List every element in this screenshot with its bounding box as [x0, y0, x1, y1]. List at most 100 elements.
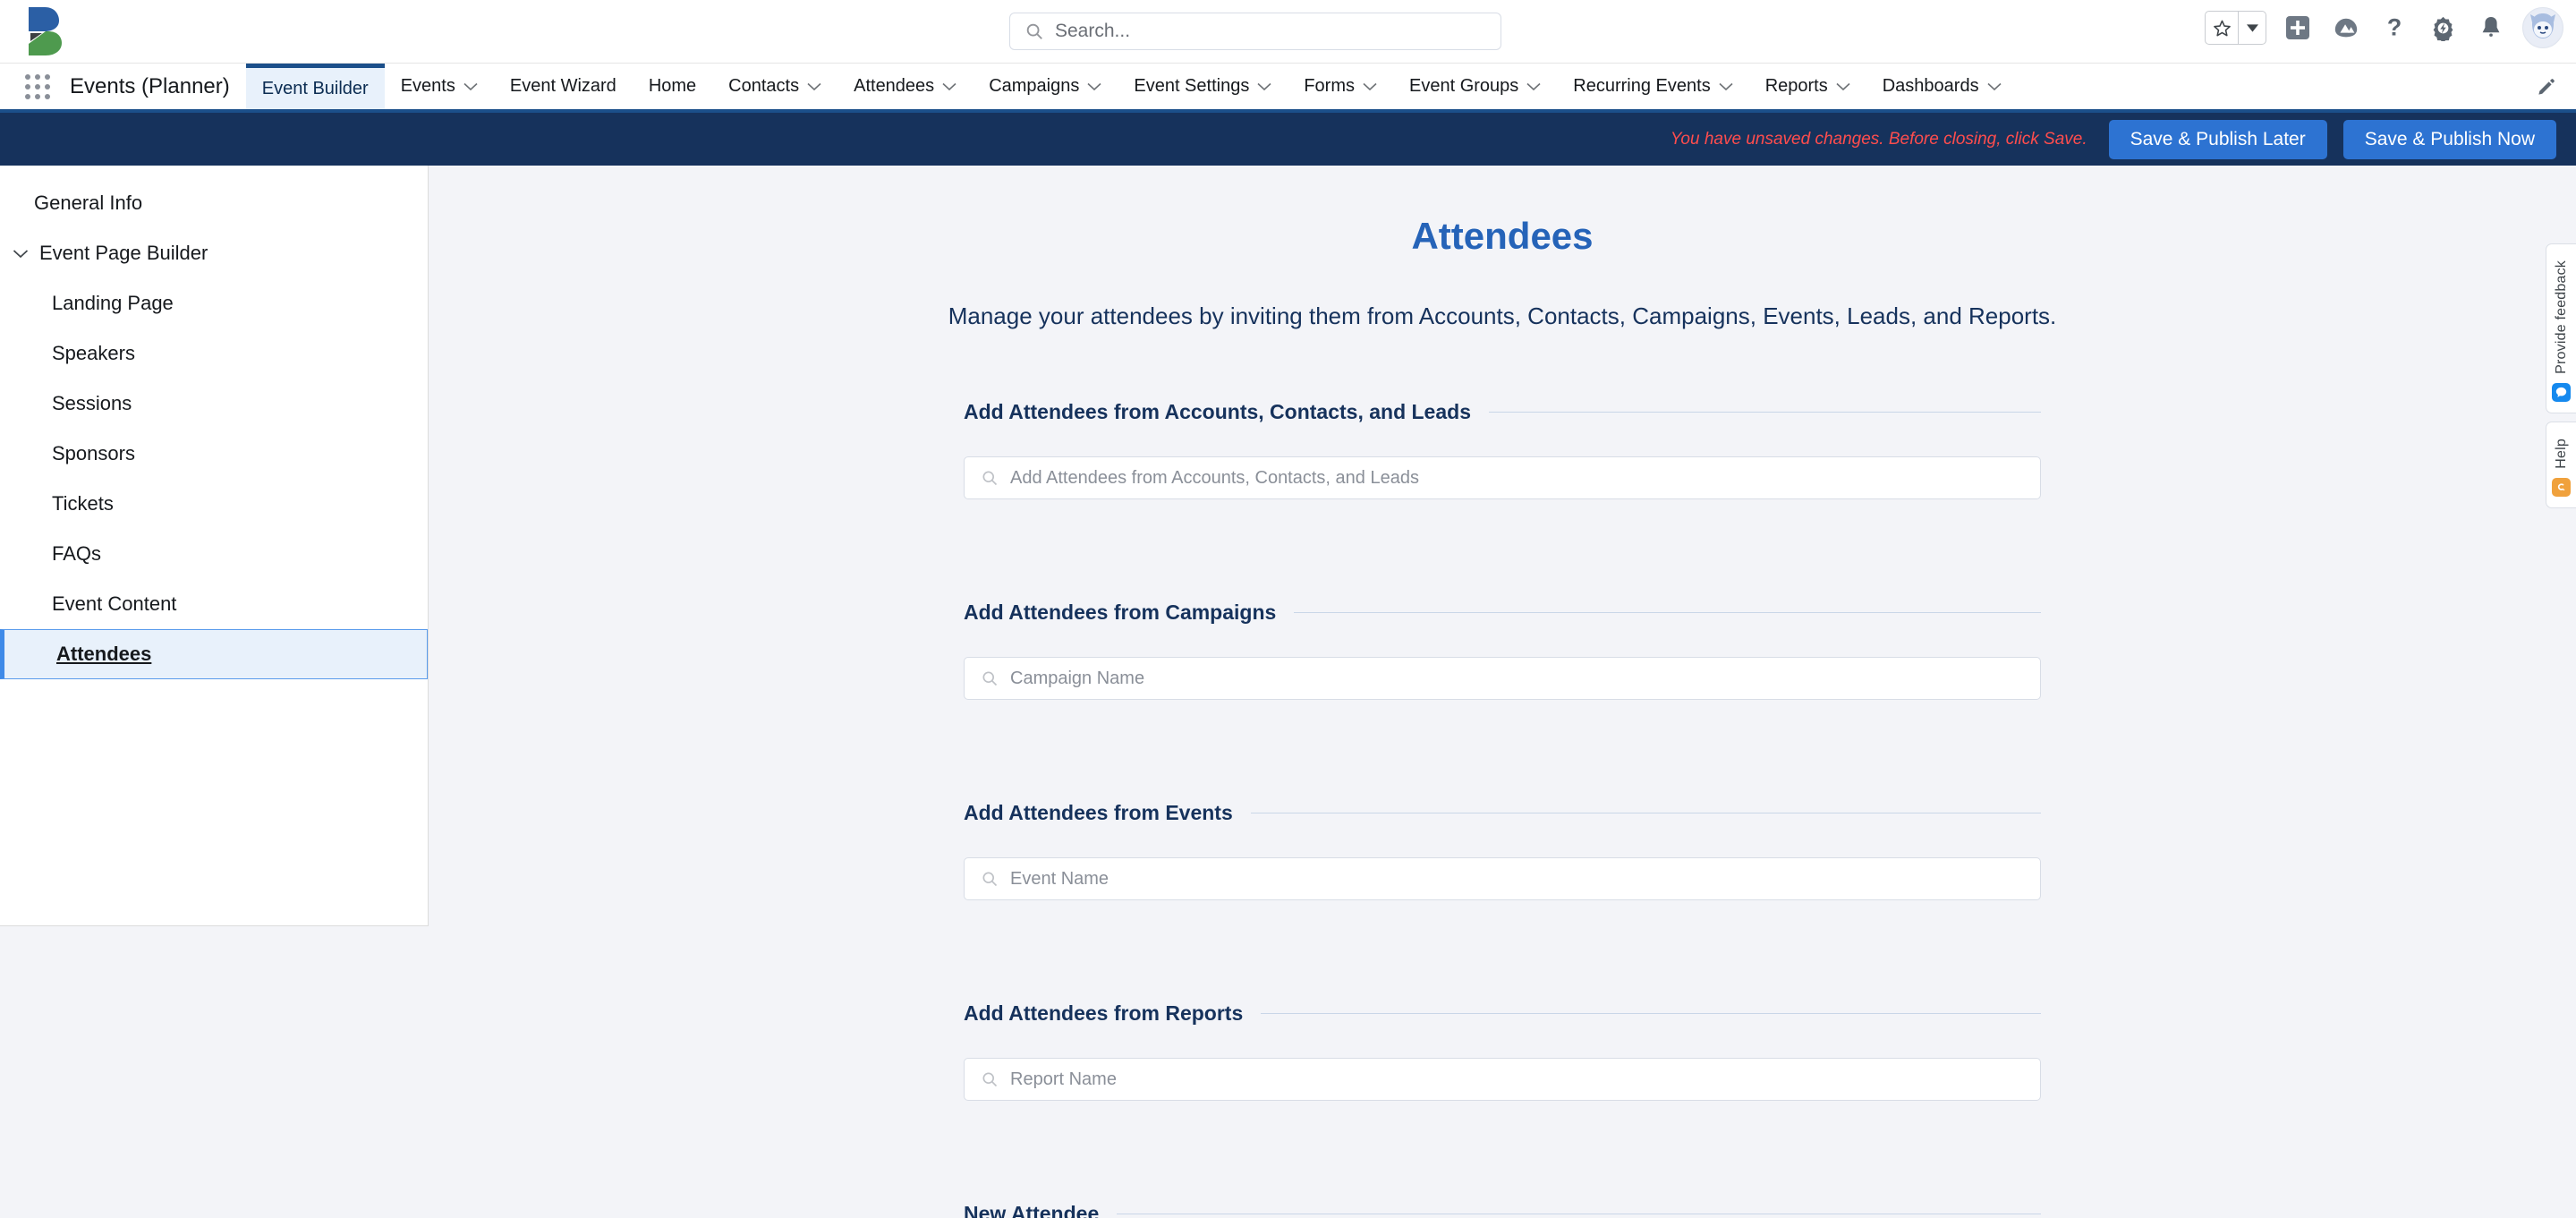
nav-item-reports[interactable]: Reports [1749, 64, 1866, 109]
sidebar-item-sponsors[interactable]: Sponsors [0, 429, 428, 479]
nav-item-label: Home [648, 76, 697, 96]
nav-item-label: Events [400, 76, 455, 96]
chevron-down-icon[interactable] [1836, 76, 1850, 97]
nav-item-label: Reports [1764, 76, 1828, 96]
chevron-down-icon[interactable] [1526, 76, 1541, 97]
lookup-placeholder: Campaign Name [1010, 668, 1145, 688]
section-divider [1261, 1013, 2041, 1014]
nav-item-campaigns[interactable]: Campaigns [973, 64, 1118, 109]
sidebar-item-label: Event Page Builder [39, 242, 208, 264]
section-divider [1488, 412, 2041, 413]
nav-item-home[interactable]: Home [633, 64, 712, 109]
user-avatar[interactable] [2522, 7, 2563, 48]
app-navigation-bar: Events (Planner) Event Builder Events Even… [0, 64, 2576, 113]
chevron-down-icon[interactable] [1719, 76, 1733, 97]
section-header: New Attendee [964, 1202, 2041, 1218]
search-icon [982, 1072, 998, 1087]
save-and-publish-now-button[interactable]: Save & Publish Now [2342, 119, 2556, 159]
nav-item-recurring-events[interactable]: Recurring Events [1557, 64, 1748, 109]
lookup-search-input[interactable]: Report Name [964, 1058, 2041, 1101]
nav-item-label: Dashboards [1882, 76, 1979, 96]
unsaved-changes-message: You have unsaved changes. Before closing… [1670, 129, 2087, 149]
section-title: Add Attendees from Accounts, Contacts, a… [964, 400, 1471, 423]
add-icon[interactable] [2281, 11, 2315, 45]
right-side-rail: Provide feedback Help [2546, 243, 2576, 516]
feedback-icon [2552, 382, 2571, 402]
app-launcher-icon[interactable] [11, 64, 64, 109]
sidebar-item-label: Landing Page [52, 292, 174, 314]
attendee-sections: Add Attendees from Accounts, Contacts, a… [964, 400, 2041, 1101]
app-icon[interactable] [2329, 11, 2363, 45]
sidebar-item-sessions[interactable]: Sessions [0, 379, 428, 429]
global-search-input[interactable]: Search... [1009, 13, 1501, 50]
sidebar-item-tickets[interactable]: Tickets [0, 479, 428, 529]
sidebar-item-faqs[interactable]: FAQs [0, 529, 428, 579]
sidebar-item-label: Sponsors [52, 442, 135, 464]
favorites-dropdown-icon[interactable] [2239, 12, 2266, 44]
nav-item-dashboards[interactable]: Dashboards [1866, 64, 2018, 109]
sidebar-item-event-page-builder[interactable]: Event Page Builder [0, 228, 428, 278]
chevron-down-icon[interactable] [807, 76, 821, 97]
chevron-down-icon[interactable] [942, 76, 956, 97]
favorites-group[interactable] [2205, 11, 2266, 45]
header-actions: ? [2205, 7, 2563, 48]
nav-item-contacts[interactable]: Contacts [712, 64, 837, 109]
nav-item-event-wizard[interactable]: Event Wizard [494, 64, 633, 109]
notifications-bell-icon[interactable] [2474, 11, 2508, 45]
chevron-down-icon[interactable] [1257, 76, 1271, 97]
section-divider [1294, 612, 2041, 613]
chevron-down-icon[interactable] [1087, 76, 1101, 97]
sidebar-item-general-info[interactable]: General Info [0, 178, 428, 228]
search-icon [982, 671, 998, 686]
nav-item-label: Attendees [854, 76, 935, 96]
sidebar-item-label: Sessions [52, 392, 132, 414]
sidebar-item-label: FAQs [52, 542, 102, 565]
chevron-down-icon[interactable] [13, 249, 29, 259]
chevron-down-icon[interactable] [463, 76, 478, 97]
lookup-search-input[interactable]: Event Name [964, 857, 2041, 900]
section-header: Add Attendees from Campaigns [964, 600, 2041, 625]
sidebar-item-event-content[interactable]: Event Content [0, 579, 428, 629]
section-title: Add Attendees from Campaigns [964, 600, 1277, 624]
event-builder-sidebar: General Info Event Page Builder Landing Pa… [0, 166, 429, 926]
nav-item-forms[interactable]: Forms [1288, 64, 1393, 109]
sidebar-item-landing-page[interactable]: Landing Page [0, 278, 428, 328]
help-icon[interactable]: ? [2377, 11, 2411, 45]
sidebar-item-attendees[interactable]: Attendees [0, 629, 428, 679]
nav-item-events[interactable]: Events [385, 64, 494, 109]
lookup-search-input[interactable]: Campaign Name [964, 657, 2041, 700]
chevron-down-icon[interactable] [1987, 76, 2002, 97]
nav-item-label: Event Settings [1134, 76, 1250, 96]
sidebar-item-speakers[interactable]: Speakers [0, 328, 428, 379]
section-header: Add Attendees from Reports [964, 1001, 2041, 1026]
provide-feedback-tab[interactable]: Provide feedback [2546, 243, 2576, 413]
nav-item-label: Event Wizard [509, 76, 616, 96]
nav-item-event-builder[interactable]: Event Builder [245, 64, 385, 109]
nav-item-event-groups[interactable]: Event Groups [1393, 64, 1557, 109]
lookup-search-input[interactable]: Add Attendees from Accounts, Contacts, a… [964, 456, 2041, 499]
nav-item-event-settings[interactable]: Event Settings [1118, 64, 1288, 109]
search-icon [982, 872, 998, 887]
nav-item-attendees[interactable]: Attendees [837, 64, 973, 109]
nav-item-label: Contacts [728, 76, 800, 96]
nav-items: Event Builder Events Event Wizard Home Conta… [245, 64, 2018, 109]
help-tab[interactable]: Help [2546, 421, 2576, 508]
lookup-placeholder: Event Name [1010, 868, 1109, 889]
favorites-star-icon[interactable] [2206, 12, 2238, 44]
nav-item-label: Event Groups [1409, 76, 1519, 96]
save-and-publish-later-button[interactable]: Save & Publish Later [2108, 119, 2327, 159]
svg-text:?: ? [2387, 14, 2402, 41]
main-content-panel: Attendees Manage your attendees by invit… [429, 166, 2576, 1218]
setup-gear-icon[interactable] [2426, 11, 2460, 45]
attendee-section: Add Attendees from Campaigns Campaign Nam… [964, 600, 2041, 700]
section-title: Add Attendees from Events [964, 801, 1233, 824]
sidebar-item-label: Attendees [56, 643, 152, 665]
chevron-down-icon[interactable] [1363, 76, 1377, 97]
attendee-section: Add Attendees from Accounts, Contacts, a… [964, 400, 2041, 499]
page-subtitle: Manage your attendees by inviting them f… [948, 302, 2057, 329]
sidebar-item-label: Tickets [52, 492, 114, 515]
edit-pencil-icon[interactable] [2537, 64, 2556, 109]
nav-item-label: Recurring Events [1573, 76, 1711, 96]
